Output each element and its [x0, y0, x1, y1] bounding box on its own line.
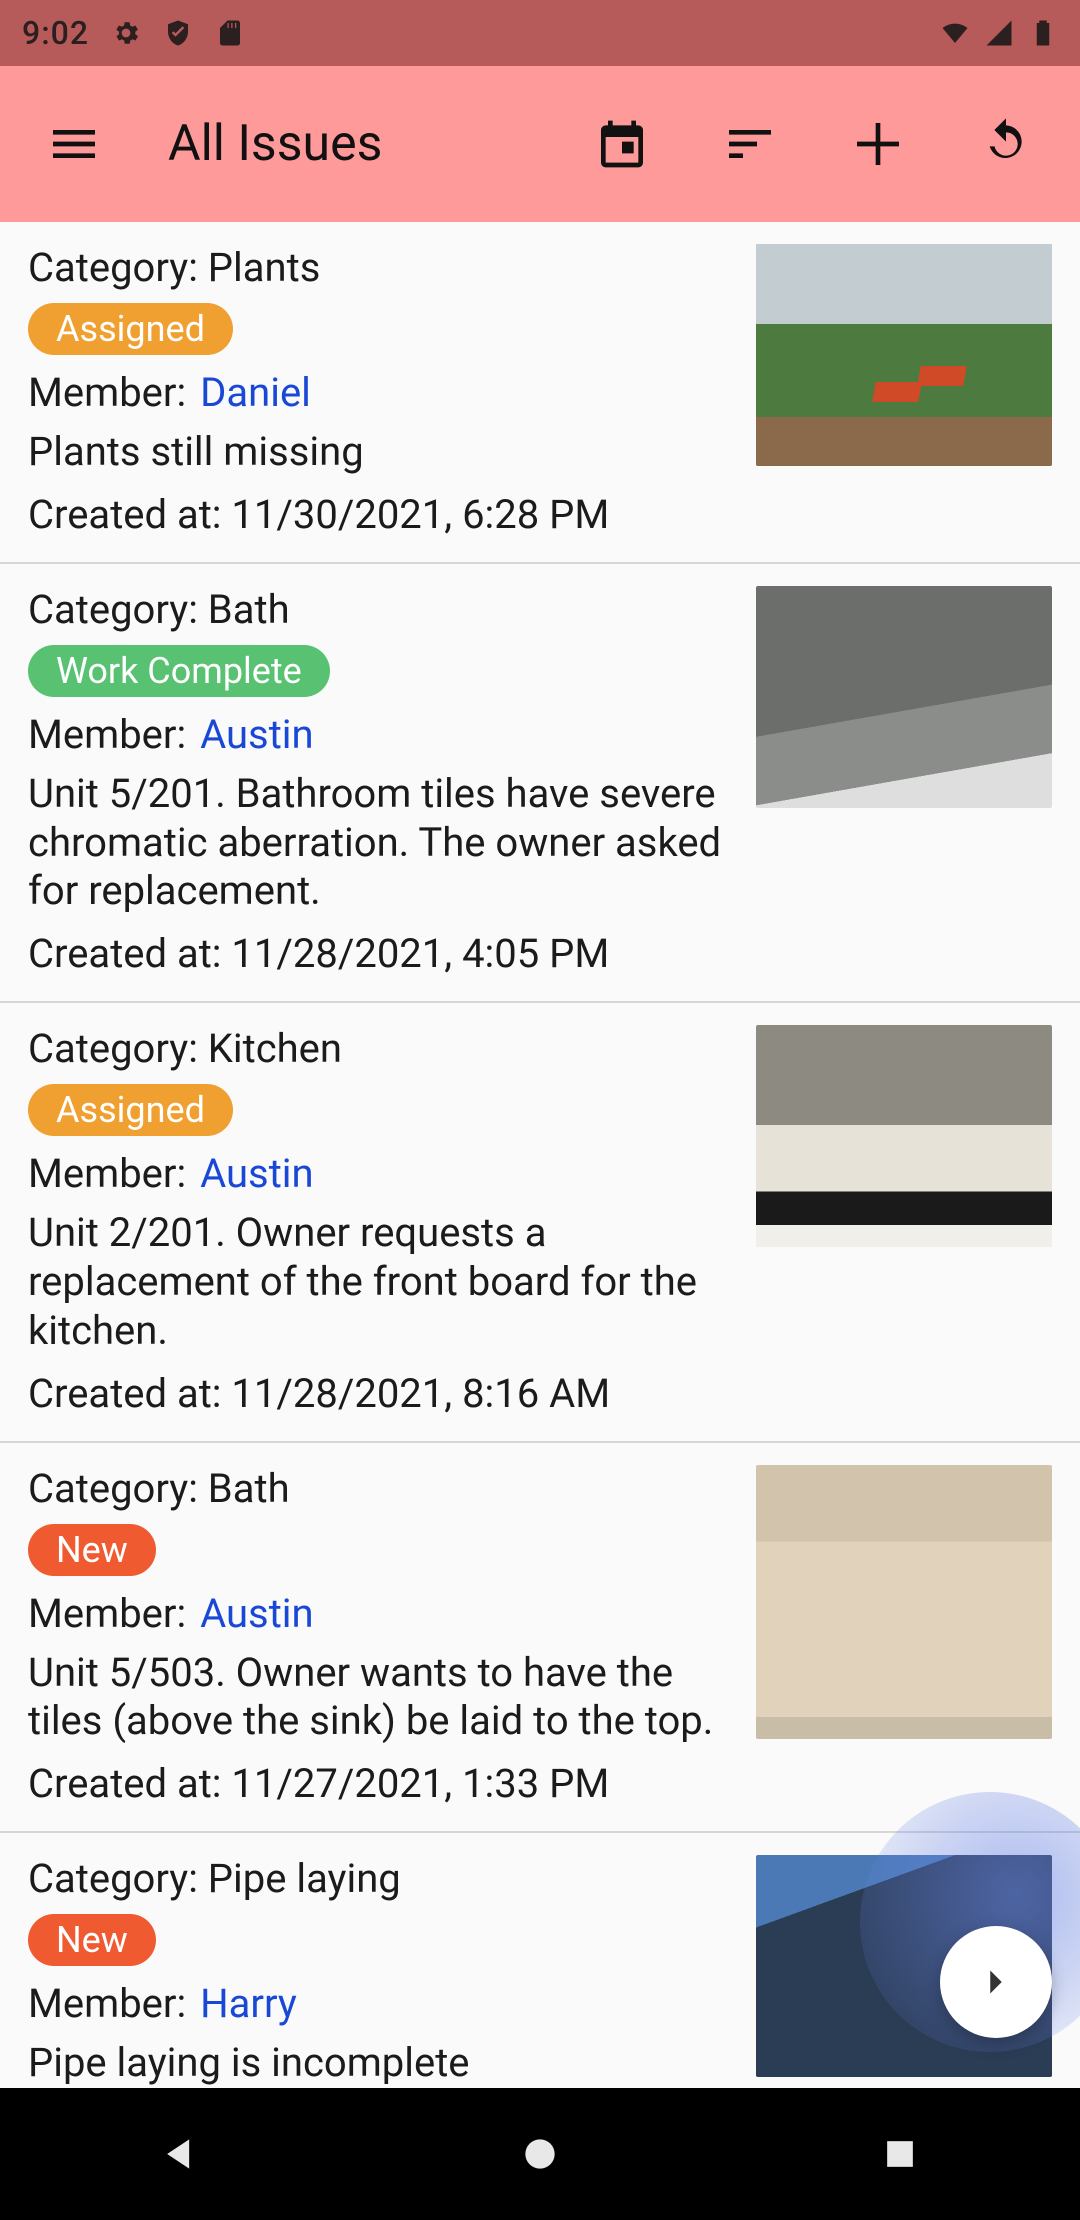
issue-item[interactable]: Category: Bath Work Complete Member:Austin…	[0, 564, 1080, 1003]
refresh-button[interactable]	[960, 98, 1052, 190]
thumbnail-image	[756, 1025, 1052, 1247]
issue-description: Unit 5/201. Bathroom tiles have severe c…	[28, 770, 732, 916]
sort-button[interactable]	[704, 98, 796, 190]
issue-created: Created at: 11/30/2021, 6:28 PM	[28, 491, 732, 538]
issue-description: Pipe laying is incomplete	[28, 2039, 732, 2088]
issue-member: Member:Austin	[28, 711, 732, 758]
issue-member: Member:Austin	[28, 1150, 732, 1197]
android-nav-bar	[0, 2088, 1080, 2220]
refresh-icon	[978, 116, 1034, 172]
status-badge: Work Complete	[28, 645, 330, 697]
menu-button[interactable]	[28, 98, 120, 190]
thumbnail-image	[756, 244, 1052, 466]
status-bar: 9:02	[0, 0, 1080, 66]
issue-category: Category: Bath	[28, 1465, 732, 1512]
member-link[interactable]: Austin	[200, 1590, 313, 1637]
issue-description: Plants still missing	[28, 428, 732, 477]
status-badge: Assigned	[28, 1084, 233, 1136]
add-button[interactable]	[832, 98, 924, 190]
calendar-icon	[594, 116, 650, 172]
issue-item[interactable]: Category: Bath New Member:Austin Unit 5/503…	[0, 1443, 1080, 1834]
issue-thumbnail[interactable]	[756, 586, 1052, 808]
sd-card-icon	[215, 18, 245, 48]
issue-description: Unit 2/201. Owner requests a replacement…	[28, 1209, 732, 1355]
thumbnail-image	[756, 586, 1052, 808]
issue-created: Created at: 11/28/2021, 8:16 AM	[28, 1370, 732, 1417]
issue-category: Category: Plants	[28, 244, 732, 291]
calendar-button[interactable]	[576, 98, 668, 190]
status-badge: Assigned	[28, 303, 233, 355]
nav-back-button[interactable]	[140, 2114, 220, 2194]
nav-recent-button[interactable]	[860, 2114, 940, 2194]
issue-thumbnail[interactable]	[756, 1025, 1052, 1247]
status-badge: New	[28, 1914, 156, 1966]
triangle-back-icon	[158, 2132, 202, 2176]
status-badge: New	[28, 1524, 156, 1576]
battery-icon	[1028, 18, 1058, 48]
member-link[interactable]: Harry	[200, 1980, 297, 2027]
menu-icon	[46, 116, 102, 172]
thumbnail-image	[756, 1465, 1052, 1739]
plus-icon	[850, 116, 906, 172]
member-link[interactable]: Austin	[200, 1150, 313, 1197]
member-link[interactable]: Daniel	[200, 369, 311, 416]
issue-item[interactable]: Category: Plants Assigned Member:Daniel Pla…	[0, 222, 1080, 564]
circle-home-icon	[518, 2132, 562, 2176]
status-clock: 9:02	[22, 14, 89, 52]
chevron-right-icon	[973, 1959, 1019, 2005]
app-bar: All Issues	[0, 66, 1080, 222]
wifi-icon	[940, 18, 970, 48]
square-recent-icon	[878, 2132, 922, 2176]
issue-category: Category: Kitchen	[28, 1025, 732, 1072]
issue-item[interactable]: Category: Kitchen Assigned Member:Austin Un…	[0, 1003, 1080, 1442]
fab-button[interactable]	[940, 1926, 1052, 2038]
member-link[interactable]: Austin	[200, 711, 313, 758]
cell-signal-icon	[984, 18, 1014, 48]
gear-icon	[111, 18, 141, 48]
issue-created: Created at: 11/28/2021, 4:05 PM	[28, 930, 732, 977]
nav-home-button[interactable]	[500, 2114, 580, 2194]
issue-category: Category: Pipe laying	[28, 1855, 732, 1902]
issue-item[interactable]: Category: Pipe laying New Member:Harry Pipe…	[0, 1833, 1080, 2088]
issue-description: Unit 5/503. Owner wants to have the tile…	[28, 1649, 732, 1747]
issue-member: Member:Harry	[28, 1980, 732, 2027]
issue-created: Created at: 11/27/2021, 1:33 PM	[28, 1760, 732, 1807]
shield-icon	[163, 18, 193, 48]
page-title: All Issues	[168, 115, 382, 173]
issue-category: Category: Bath	[28, 586, 732, 633]
issue-member: Member:Austin	[28, 1590, 732, 1637]
issue-list[interactable]: Category: Plants Assigned Member:Daniel Pla…	[0, 222, 1080, 2088]
sort-icon	[722, 116, 778, 172]
issue-thumbnail[interactable]	[756, 1465, 1052, 1739]
issue-thumbnail[interactable]	[756, 244, 1052, 466]
issue-member: Member:Daniel	[28, 369, 732, 416]
